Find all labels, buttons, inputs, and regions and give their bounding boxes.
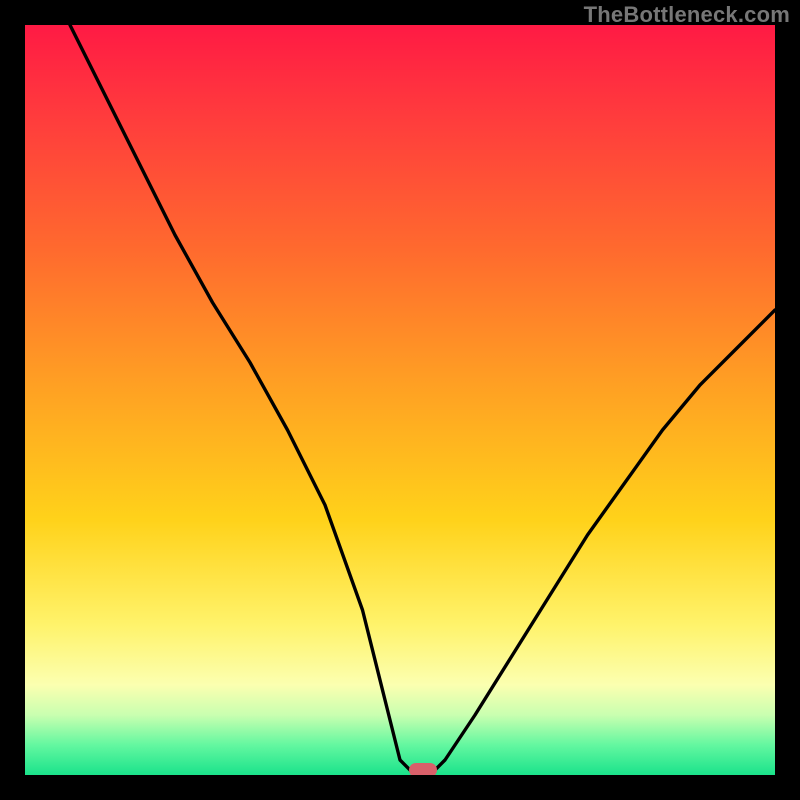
plot-area	[25, 25, 775, 775]
optimum-marker	[409, 763, 437, 775]
chart-frame: TheBottleneck.com	[0, 0, 800, 800]
attribution-text: TheBottleneck.com	[584, 2, 790, 28]
bottleneck-curve	[25, 25, 775, 775]
